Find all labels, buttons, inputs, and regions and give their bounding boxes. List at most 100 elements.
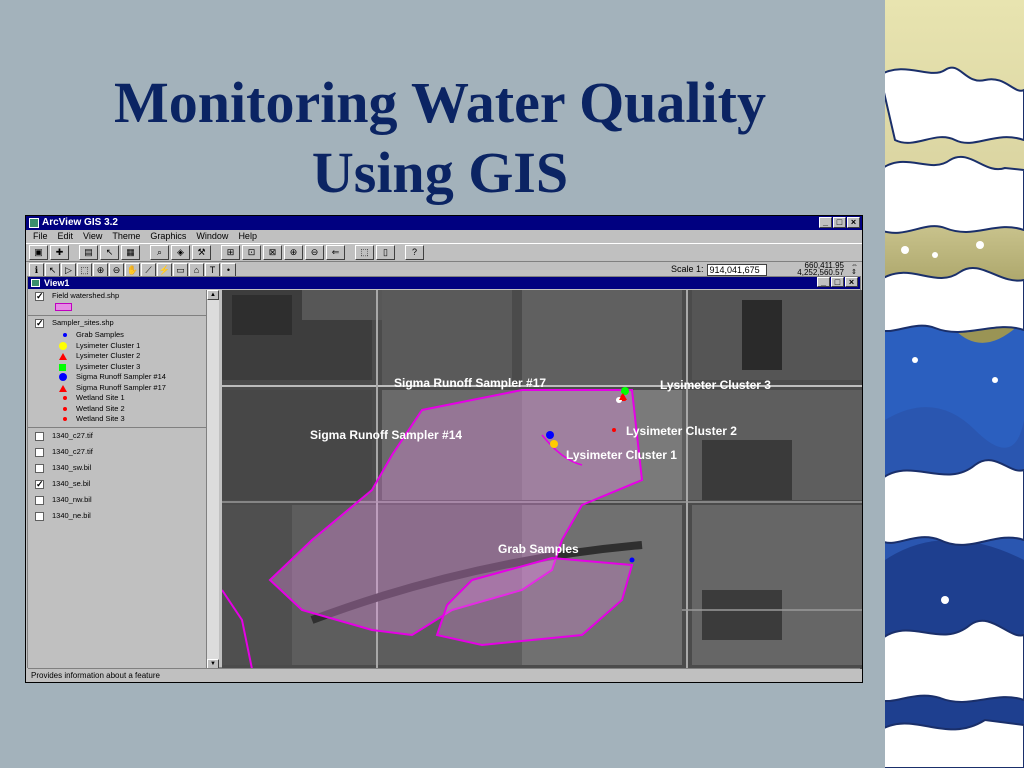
- map-label-sigma17: Sigma Runoff Sampler #17: [394, 376, 547, 390]
- menu-graphics[interactable]: Graphics: [147, 230, 193, 243]
- slide-title-line2: Using GIS: [311, 140, 569, 205]
- map-label-lysimeter2: Lysimeter Cluster 2: [626, 424, 737, 438]
- zoom-active-icon[interactable]: ⊡: [242, 245, 261, 260]
- coord-arrows-icon: ⇔ ⇕: [851, 262, 858, 276]
- theme-raster[interactable]: ✓ 1340_se.bil: [28, 476, 218, 492]
- select-features-icon[interactable]: ⬚: [355, 245, 374, 260]
- wave-decoration: [885, 0, 1024, 768]
- select-feature-icon[interactable]: ⬚: [77, 262, 92, 277]
- slide-title: Monitoring Water Quality Using GIS: [40, 68, 840, 208]
- area-of-interest-icon[interactable]: ▭: [173, 262, 188, 277]
- map-display[interactable]: Sigma Runoff Sampler #17 Lysimeter Clust…: [222, 290, 862, 669]
- legend-item: Wetland Site 3: [28, 414, 218, 425]
- theme-raster[interactable]: 1340_c27.tif: [28, 428, 218, 444]
- menu-help[interactable]: Help: [235, 230, 264, 243]
- scale-box: Scale 1:: [671, 263, 767, 276]
- theme-checkbox[interactable]: ✓: [35, 319, 44, 328]
- menu-view[interactable]: View: [80, 230, 109, 243]
- query-builder-icon[interactable]: ⚒: [192, 245, 211, 260]
- theme-checkbox[interactable]: ✓: [35, 292, 44, 301]
- draw-point-icon[interactable]: •: [221, 262, 236, 277]
- menu-file[interactable]: File: [30, 230, 55, 243]
- view-titlebar[interactable]: View1 _ □ ×: [28, 277, 860, 289]
- open-table-icon[interactable]: ▦: [121, 245, 140, 260]
- menu-window[interactable]: Window: [193, 230, 235, 243]
- button-bar: ▣ ✚ ▤ ↖ ▦ ⌕ ◈ ⚒ ⊞ ⊡ ⊠ ⊕ ⊖ ⇐ ⬚ ▯ ?: [26, 243, 862, 261]
- theme-checkbox[interactable]: [35, 463, 44, 473]
- legend-item: Lysimeter Cluster 3: [28, 362, 218, 373]
- view-minimize-button[interactable]: _: [817, 277, 830, 287]
- clear-selection-icon[interactable]: ▯: [376, 245, 395, 260]
- aerial-map: [222, 290, 862, 669]
- theme-checkbox[interactable]: [35, 495, 44, 505]
- circle-icon: [59, 341, 67, 350]
- circle-icon: [59, 373, 67, 381]
- maximize-button[interactable]: □: [833, 217, 846, 228]
- square-icon: [59, 363, 66, 371]
- zoom-selected-icon[interactable]: ⊠: [263, 245, 282, 260]
- app-title: ArcView GIS 3.2: [42, 217, 118, 228]
- scale-input[interactable]: [706, 263, 767, 276]
- label-icon[interactable]: ⌂: [189, 262, 204, 277]
- save-icon[interactable]: ▣: [29, 245, 48, 260]
- view-window: View1 _ □ × ✓ Field watershed.shp ✓ Samp…: [27, 276, 862, 669]
- zoom-in-tool-icon[interactable]: ⊕: [93, 262, 108, 277]
- menu-theme[interactable]: Theme: [109, 230, 147, 243]
- find-icon[interactable]: ⌕: [150, 245, 169, 260]
- zoom-full-icon[interactable]: ⊞: [221, 245, 240, 260]
- zoom-out-icon[interactable]: ⊖: [305, 245, 324, 260]
- hot-link-icon[interactable]: ⚡: [157, 262, 172, 277]
- theme-sampler-sites[interactable]: ✓ Sampler_sites.shp Grab Samples Lysimet…: [28, 316, 218, 428]
- vertex-edit-icon[interactable]: ▷: [61, 262, 76, 277]
- dot-icon: [63, 417, 67, 421]
- view-close-button[interactable]: ×: [845, 277, 858, 287]
- theme-field-watershed[interactable]: ✓ Field watershed.shp: [28, 290, 218, 316]
- zoom-out-tool-icon[interactable]: ⊖: [109, 262, 124, 277]
- theme-properties-icon[interactable]: ▤: [79, 245, 98, 260]
- zoom-in-icon[interactable]: ⊕: [284, 245, 303, 260]
- theme-checkbox[interactable]: [35, 447, 44, 457]
- theme-checkbox[interactable]: ✓: [35, 479, 44, 489]
- zoom-previous-icon[interactable]: ⇐: [326, 245, 345, 260]
- minimize-button[interactable]: _: [819, 217, 832, 228]
- pan-icon[interactable]: ✋: [125, 262, 140, 277]
- theme-raster[interactable]: 1340_sw.bil: [28, 460, 218, 476]
- arcview-window: ArcView GIS 3.2 _ □ × File Edit View The…: [25, 215, 863, 683]
- status-bar: Provides information about a feature: [28, 668, 860, 681]
- map-label-grab-samples: Grab Samples: [498, 542, 579, 556]
- dot-icon: [63, 406, 67, 411]
- toc-scrollbar[interactable]: ▲ ▼: [206, 290, 219, 669]
- map-label-lysimeter1: Lysimeter Cluster 1: [566, 448, 677, 462]
- watershed-swatch: [55, 303, 72, 311]
- theme-raster[interactable]: 1340_nw.bil: [28, 492, 218, 508]
- view-title: View1: [44, 278, 70, 288]
- table-of-contents: ✓ Field watershed.shp ✓ Sampler_sites.sh…: [28, 290, 219, 669]
- scroll-up-icon[interactable]: ▲: [207, 290, 219, 300]
- theme-checkbox[interactable]: [35, 431, 44, 441]
- help-icon[interactable]: ?: [405, 245, 424, 260]
- theme-raster[interactable]: 1340_ne.bil: [28, 508, 218, 524]
- view-maximize-button[interactable]: □: [831, 277, 844, 287]
- text-icon[interactable]: T: [205, 262, 220, 277]
- legend-item: Wetland Site 1: [28, 393, 218, 404]
- app-titlebar[interactable]: ArcView GIS 3.2 _ □ ×: [26, 216, 862, 230]
- close-button[interactable]: ×: [847, 217, 860, 228]
- measure-icon[interactable]: ⟋: [141, 262, 156, 277]
- pointer-icon[interactable]: ↖: [45, 262, 60, 277]
- legend-item: Sigma Runoff Sampler #17: [28, 383, 218, 394]
- theme-name: Field watershed.shp: [52, 291, 120, 300]
- triangle-icon: [59, 353, 67, 360]
- dot-icon: [63, 333, 67, 337]
- add-theme-icon[interactable]: ✚: [50, 245, 69, 260]
- theme-raster[interactable]: 1340_c27.tif: [28, 444, 218, 460]
- identify-icon[interactable]: ℹ: [29, 262, 44, 277]
- edit-legend-icon[interactable]: ↖: [100, 245, 119, 260]
- menu-edit[interactable]: Edit: [55, 230, 81, 243]
- triangle-icon: [59, 384, 67, 392]
- locate-address-icon[interactable]: ◈: [171, 245, 190, 260]
- legend-item: Lysimeter Cluster 2: [28, 351, 218, 362]
- theme-checkbox[interactable]: [35, 511, 44, 521]
- legend-item: Lysimeter Cluster 1: [28, 341, 218, 352]
- coord-y: 4,252,560.57: [797, 268, 844, 277]
- map-label-sigma14: Sigma Runoff Sampler #14: [310, 428, 463, 442]
